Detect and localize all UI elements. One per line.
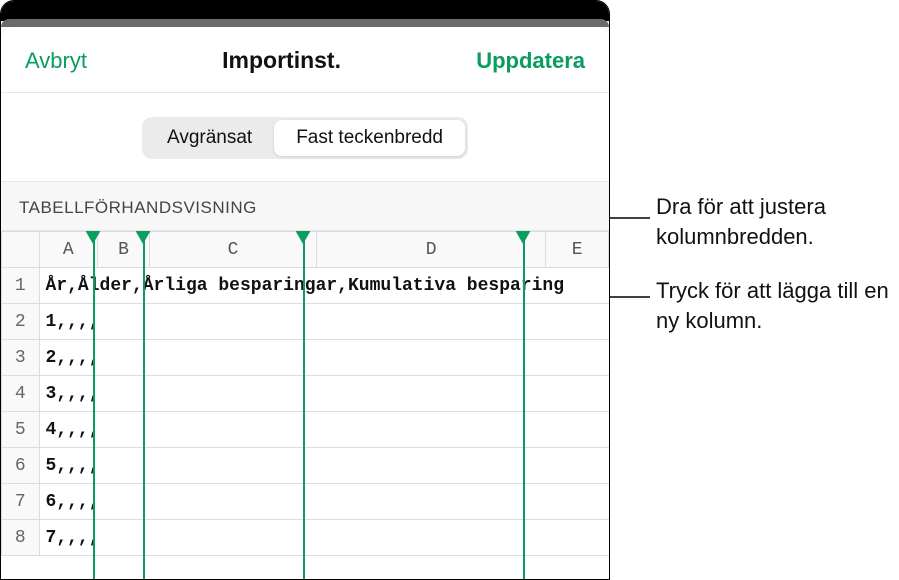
tab-delimited[interactable]: Avgränsat (145, 120, 274, 156)
table-preview: A B C D E (1, 231, 609, 579)
window-black-bar (1, 1, 609, 21)
sheet-stack-edge (1, 19, 609, 27)
column-separator[interactable] (143, 231, 145, 579)
leader-line (610, 218, 650, 270)
panel-title: Importinst. (222, 47, 341, 74)
leader-line (610, 297, 650, 304)
row-number: 3 (2, 340, 40, 376)
col-header[interactable]: E (546, 232, 609, 268)
column-drag-handle-icon[interactable] (135, 231, 151, 244)
corner-cell (2, 232, 40, 268)
row-number: 4 (2, 376, 40, 412)
tab-fixed-width[interactable]: Fast teckenbredd (274, 120, 465, 156)
mode-tabs: Avgränsat Fast teckenbredd (1, 93, 609, 181)
row-number: 2 (2, 304, 40, 340)
panel-header: Avbryt Importinst. Uppdatera (1, 27, 609, 93)
row-number: 1 (2, 268, 40, 304)
update-button[interactable]: Uppdatera (476, 48, 585, 74)
col-header[interactable]: C (150, 232, 317, 268)
callouts-area: Dra för att justera kolumnbredden. Tryck… (610, 0, 899, 580)
row-number: 6 (2, 448, 40, 484)
column-separator[interactable] (93, 231, 95, 579)
import-settings-panel: Avbryt Importinst. Uppdatera Avgränsat F… (0, 0, 610, 580)
row-number: 7 (2, 484, 40, 520)
col-header[interactable]: D (316, 232, 545, 268)
callout-drag-adjust: Dra för att justera kolumnbredden. (656, 192, 896, 251)
col-label: B (118, 240, 129, 260)
column-drag-handle-icon[interactable] (295, 231, 311, 244)
col-label: E (572, 240, 583, 260)
column-separator[interactable] (523, 231, 525, 579)
col-label: A (63, 240, 74, 260)
row-number: 8 (2, 520, 40, 556)
column-separator[interactable] (303, 231, 305, 579)
row-number: 5 (2, 412, 40, 448)
cancel-button[interactable]: Avbryt (25, 48, 87, 74)
column-drag-handle-icon[interactable] (515, 231, 531, 244)
col-label: D (426, 240, 437, 260)
column-drag-handle-icon[interactable] (85, 231, 101, 244)
segmented-control: Avgränsat Fast teckenbredd (142, 117, 468, 159)
callout-tap-add: Tryck för att lägga till en ny kolumn. (656, 276, 896, 335)
preview-section-label: TABELLFÖRHANDSVISNING (1, 181, 609, 231)
col-label: C (228, 240, 239, 260)
